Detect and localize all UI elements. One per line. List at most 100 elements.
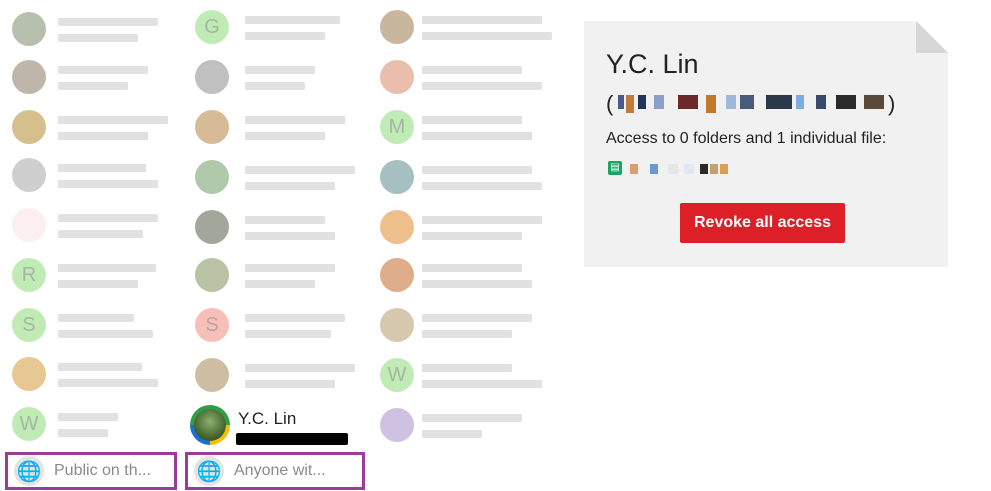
redacted-email-pixel [796,95,804,109]
redacted-filename-pixel [684,164,694,174]
redacted-email [58,280,138,288]
avatar [380,210,414,244]
redacted-email-pixel [618,95,624,109]
redacted-name [58,264,156,272]
redacted-name [245,166,355,174]
redacted-name [58,413,118,421]
redacted-name [58,214,158,222]
redacted-email [236,433,348,445]
email-paren-open: ( [606,91,614,116]
redacted-email-pixel [726,95,736,109]
redacted-email [245,232,335,240]
redacted-name [58,66,148,74]
redacted-email [58,180,158,188]
redacted-email-pixel [766,95,792,109]
person-row[interactable] [185,60,370,108]
person-row[interactable]: W [0,407,180,455]
redacted-filename-pixel [720,164,728,174]
redacted-email [58,82,128,90]
person-row[interactable] [372,308,562,356]
redacted-email-pixel [678,95,698,109]
redacted-filename-pixel [650,164,658,174]
person-row[interactable] [0,110,180,158]
redacted-name [245,16,340,24]
person-row[interactable] [372,408,562,456]
letter-avatar: M [380,110,414,144]
redacted-filename-pixel [630,164,638,174]
selected-person-row[interactable]: Y.C. Lin [190,405,370,447]
redacted-name [245,264,335,272]
globe-icon: 🌐 [14,456,44,486]
person-row[interactable] [185,110,370,158]
letter-avatar: W [12,407,46,441]
anyone-with-link-option[interactable]: 🌐 Anyone wit... [185,452,365,490]
person-row[interactable] [372,258,562,306]
redacted-email-pixel [654,95,664,109]
redacted-email [58,429,108,437]
selected-person-name: Y.C. Lin [238,409,297,428]
revoke-all-access-button[interactable]: Revoke all access [680,203,845,243]
redacted-email [422,182,542,190]
public-on-web-option[interactable]: 🌐 Public on th... [5,452,177,490]
redacted-email [422,32,552,40]
person-row[interactable] [0,158,180,206]
anyone-option-label: Anyone wit... [234,462,326,479]
person-row[interactable] [372,10,562,58]
page-fold-corner [916,21,948,53]
redacted-email [58,132,148,140]
redacted-email-pixel [626,95,634,113]
redacted-name [245,314,345,322]
avatar [195,160,229,194]
person-row[interactable] [185,160,370,208]
logo-avatar [12,208,46,242]
avatar [380,10,414,44]
person-row[interactable]: W [372,358,562,406]
person-row[interactable] [185,210,370,258]
person-row[interactable] [0,60,180,108]
person-row[interactable] [372,160,562,208]
person-row[interactable]: R [0,258,180,306]
avatar [12,12,46,46]
google-sheets-icon: ▤ [608,161,622,175]
redacted-name [422,166,532,174]
person-row[interactable] [372,60,562,108]
person-row[interactable]: G [185,10,370,58]
redacted-email [58,34,138,42]
person-row[interactable] [0,208,180,256]
avatar [12,357,46,391]
avatar [12,158,46,192]
redacted-name [422,216,542,224]
redacted-filename-pixel [710,164,718,174]
letter-avatar: S [195,308,229,342]
person-row[interactable] [0,357,180,405]
avatar [12,110,46,144]
shared-file-item[interactable]: ▤ [608,160,768,176]
person-row[interactable] [0,12,180,60]
person-row[interactable] [185,258,370,306]
redacted-name [422,66,522,74]
redacted-name [58,164,146,172]
redacted-name [422,314,532,322]
avatar [195,358,229,392]
person-row[interactable]: M [372,110,562,158]
redacted-email-pixel [816,95,826,109]
redacted-email [245,32,325,40]
avatar [12,60,46,94]
redacted-email [422,280,532,288]
avatar [380,60,414,94]
person-row[interactable]: S [185,308,370,356]
person-row[interactable] [372,210,562,258]
person-row[interactable]: S [0,308,180,356]
basketball-avatar [380,258,414,292]
redacted-email [422,430,482,438]
redacted-name [245,216,325,224]
person-row[interactable] [185,358,370,406]
redacted-name [422,116,522,124]
redacted-email [245,132,325,140]
avatar [195,210,229,244]
letter-avatar: G [195,10,229,44]
redacted-email [245,380,335,388]
redacted-email-pixel [638,95,646,109]
avatar [195,60,229,94]
redacted-name [422,364,512,372]
